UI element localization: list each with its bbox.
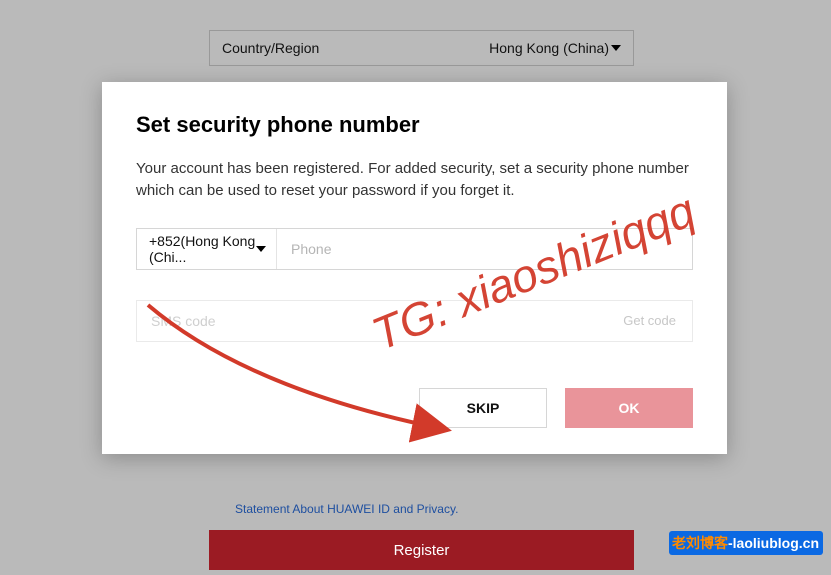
country-region-value-wrap: Hong Kong (China) [489, 40, 621, 56]
sms-code-input[interactable] [137, 313, 607, 329]
country-region-value: Hong Kong (China) [489, 40, 609, 56]
register-button[interactable]: Register [209, 530, 634, 570]
statement-link[interactable]: Statement About HUAWEI ID and Privacy. [235, 502, 458, 516]
modal-button-row: SKIP OK [136, 388, 693, 428]
country-region-label: Country/Region [222, 40, 319, 56]
phone-row: +852(Hong Kong (Chi... [136, 228, 693, 270]
phone-input[interactable] [277, 229, 692, 269]
country-region-select[interactable]: Country/Region Hong Kong (China) [209, 30, 634, 66]
chevron-down-icon [611, 45, 621, 51]
modal-description: Your account has been registered. For ad… [136, 158, 693, 202]
modal-title: Set security phone number [136, 112, 693, 138]
chevron-down-icon [256, 246, 266, 252]
get-code-button[interactable]: Get code [607, 313, 692, 328]
dial-code-select[interactable]: +852(Hong Kong (Chi... [137, 229, 277, 269]
dial-code-value: +852(Hong Kong (Chi... [149, 233, 256, 265]
sms-row: Get code [136, 300, 693, 342]
security-phone-modal: Set security phone number Your account h… [102, 82, 727, 454]
ok-button[interactable]: OK [565, 388, 693, 428]
skip-button[interactable]: SKIP [419, 388, 547, 428]
